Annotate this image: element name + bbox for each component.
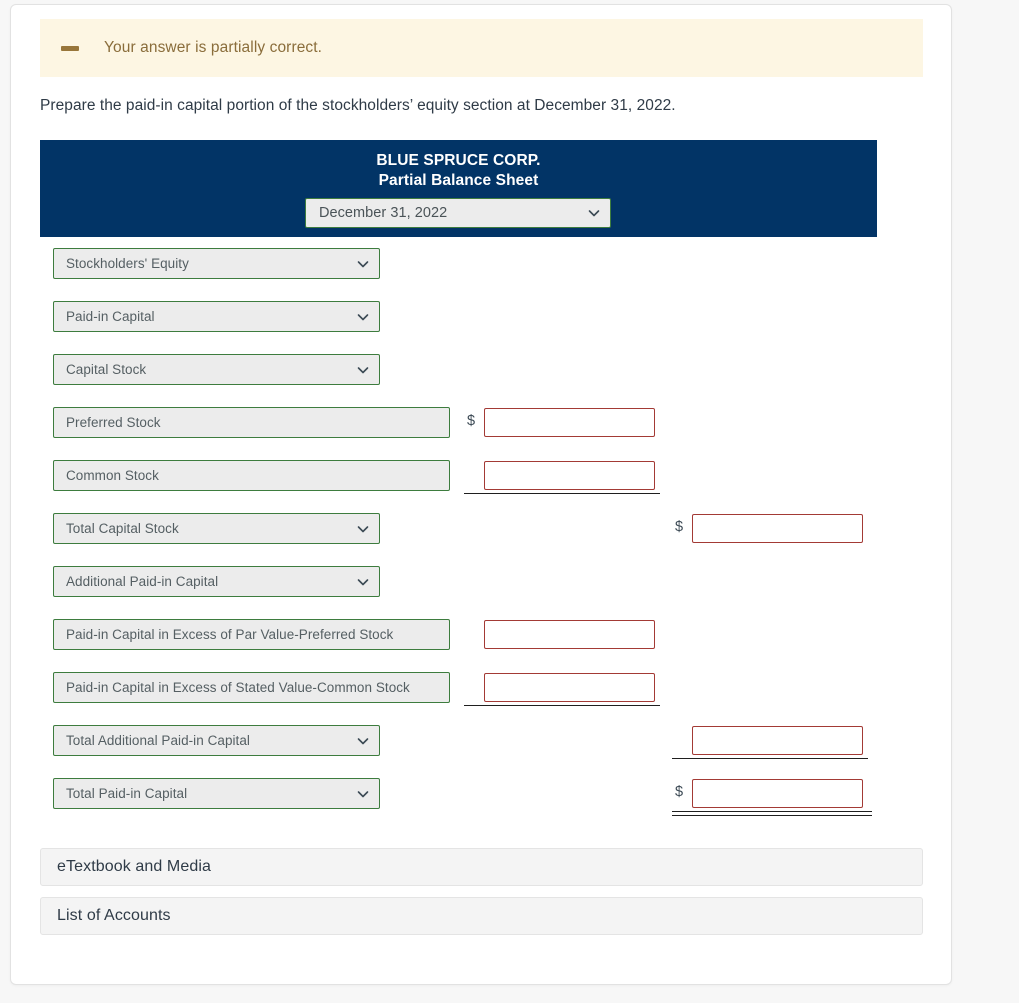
row-label: Common Stock: [66, 468, 159, 483]
select-additional-paid-in-capital[interactable]: Additional Paid-in Capital: [53, 566, 380, 597]
etextbook-and-media-label: eTextbook and Media: [57, 858, 212, 875]
total-double-rule: [672, 811, 872, 816]
select-total-capital-stock[interactable]: Total Capital Stock: [53, 513, 380, 544]
select-capital-stock[interactable]: Capital Stock: [53, 354, 380, 385]
chevron-down-icon: [357, 311, 369, 322]
dollar-sign: $: [467, 413, 476, 429]
amount-input-total-capital-stock[interactable]: [692, 514, 863, 543]
row-label: Total Additional Paid-in Capital: [66, 733, 250, 748]
list-of-accounts-label: List of Accounts: [57, 907, 171, 924]
select-total-additional-paid-in-capital[interactable]: Total Additional Paid-in Capital: [53, 725, 380, 756]
amount-input-common-stock[interactable]: [484, 461, 655, 490]
account-box-pic-excess-stated-common[interactable]: Paid-in Capital in Excess of Stated Valu…: [53, 672, 450, 703]
date-select-wrapper: December 31, 2022: [305, 198, 611, 228]
subtotal-rule: [672, 758, 868, 759]
chevron-down-icon: [357, 788, 369, 799]
instruction-text: Prepare the paid-in capital portion of t…: [40, 97, 676, 114]
company-name: BLUE SPRUCE CORP.: [376, 152, 541, 169]
row-label: Additional Paid-in Capital: [66, 574, 219, 589]
subtotal-rule: [464, 705, 660, 706]
dollar-sign: $: [675, 784, 684, 800]
amount-input-pic-excess-par-preferred[interactable]: [484, 620, 655, 649]
list-of-accounts-button[interactable]: List of Accounts: [40, 897, 923, 935]
etextbook-and-media-button[interactable]: eTextbook and Media: [40, 848, 923, 886]
select-paid-in-capital[interactable]: Paid-in Capital: [53, 301, 380, 332]
minus-icon: [61, 45, 79, 51]
amount-input-pic-excess-stated-common[interactable]: [484, 673, 655, 702]
account-box-common-stock[interactable]: Common Stock: [53, 460, 450, 491]
page-root: Your answer is partially correct. Prepar…: [0, 0, 1019, 1003]
row-label: Paid-in Capital in Excess of Stated Valu…: [66, 680, 410, 695]
select-total-paid-in-capital[interactable]: Total Paid-in Capital: [53, 778, 380, 809]
statement-header: BLUE SPRUCE CORP. Partial Balance Sheet …: [40, 140, 877, 237]
alert-message: Your answer is partially correct.: [104, 39, 323, 56]
amount-input-preferred-stock[interactable]: [484, 408, 655, 437]
chevron-down-icon: [357, 258, 369, 269]
account-box-preferred-stock[interactable]: Preferred Stock: [53, 407, 450, 438]
amount-input-total-additional-paid-in-capital[interactable]: [692, 726, 863, 755]
chevron-down-icon: [357, 576, 369, 587]
row-label: Capital Stock: [66, 362, 147, 377]
row-label: Preferred Stock: [66, 415, 161, 430]
row-label: Total Paid-in Capital: [66, 786, 188, 801]
date-select-value: December 31, 2022: [319, 205, 448, 221]
amount-input-total-paid-in-capital[interactable]: [692, 779, 863, 808]
subtotal-rule: [464, 493, 660, 494]
chevron-down-icon: [357, 735, 369, 746]
chevron-down-icon: [588, 207, 600, 218]
select-stockholders-equity[interactable]: Stockholders' Equity: [53, 248, 380, 279]
statement-title: Partial Balance Sheet: [378, 172, 539, 189]
partially-correct-alert: Your answer is partially correct.: [40, 19, 923, 77]
row-label: Paid-in Capital in Excess of Par Value-P…: [66, 627, 394, 642]
question-card: Your answer is partially correct. Prepar…: [10, 4, 952, 985]
row-label: Stockholders' Equity: [66, 256, 189, 271]
dollar-sign: $: [675, 519, 684, 535]
row-label: Total Capital Stock: [66, 521, 179, 536]
chevron-down-icon: [357, 523, 369, 534]
account-box-pic-excess-par-preferred[interactable]: Paid-in Capital in Excess of Par Value-P…: [53, 619, 450, 650]
date-select[interactable]: December 31, 2022: [305, 198, 611, 228]
chevron-down-icon: [357, 364, 369, 375]
row-label: Paid-in Capital: [66, 309, 155, 324]
